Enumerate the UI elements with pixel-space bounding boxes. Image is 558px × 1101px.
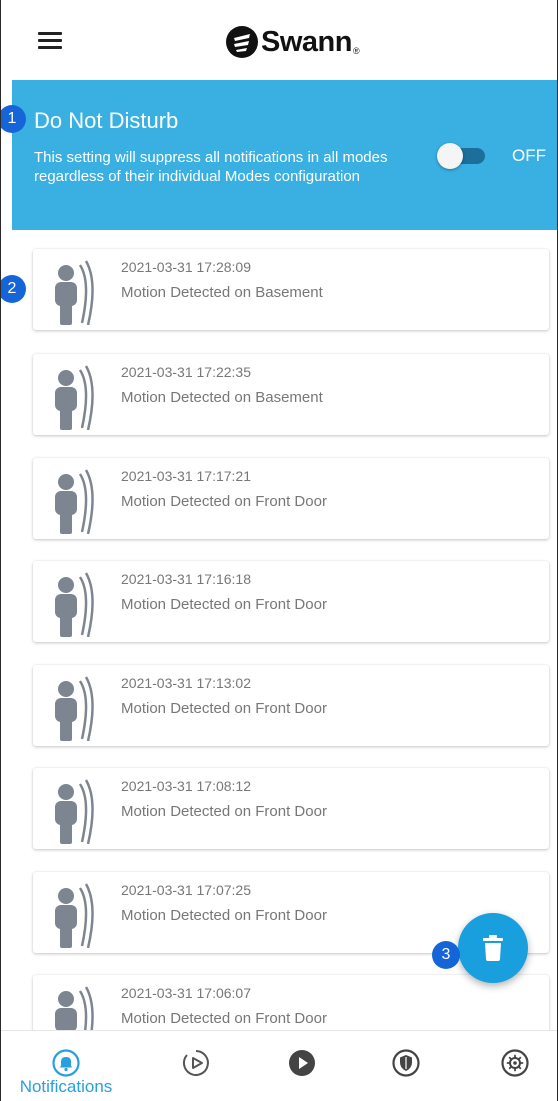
settings-gear-icon: [501, 1049, 529, 1077]
live-play-icon: [289, 1050, 315, 1076]
top-bar: Swann ®: [1, 0, 557, 80]
dnd-toggle[interactable]: [437, 143, 487, 169]
notification-timestamp: 2021-03-31 17:06:07: [121, 985, 251, 1001]
nav-playback[interactable]: [176, 1043, 216, 1083]
brand-name: Swann: [261, 25, 352, 58]
callout-badge-3: 3: [432, 941, 460, 969]
trash-icon: [483, 935, 503, 961]
notification-message: Motion Detected on Basement: [121, 284, 323, 301]
motion-person-icon: [55, 986, 94, 1030]
notification-message: Motion Detected on Front Door: [121, 493, 327, 510]
brand-logo: Swann ®: [225, 22, 360, 62]
nav-live[interactable]: [282, 1043, 322, 1083]
registered-mark: ®: [352, 46, 360, 56]
dnd-toggle-state: OFF: [512, 146, 546, 165]
notification-message: Motion Detected on Basement: [121, 389, 323, 406]
notification-timestamp: 2021-03-31 17:16:18: [121, 571, 251, 587]
notification-message: Motion Detected on Front Door: [121, 907, 327, 924]
notification-timestamp: 2021-03-31 17:13:02: [121, 675, 251, 691]
nav-settings[interactable]: [495, 1043, 535, 1083]
motion-person-icon: [55, 676, 94, 741]
notification-message: Motion Detected on Front Door: [121, 1010, 327, 1027]
motion-person-icon: [55, 883, 94, 948]
notification-timestamp: 2021-03-31 17:28:09: [121, 259, 251, 275]
motion-person-icon: [55, 779, 94, 844]
dnd-title: Do Not Disturb: [34, 108, 179, 133]
swann-logo-icon: [226, 26, 258, 58]
hamburger-menu-icon[interactable]: [38, 32, 62, 50]
motion-person-icon: [55, 365, 94, 430]
notification-message: Motion Detected on Front Door: [121, 803, 327, 820]
notification-card[interactable]: 2021-03-31 17:08:12 Motion Detected on F…: [33, 768, 549, 849]
notification-card[interactable]: 2021-03-31 17:22:35 Motion Detected on B…: [33, 354, 549, 435]
toggle-thumb: [437, 143, 463, 169]
notification-list[interactable]: 2021-03-31 17:28:09 Motion Detected on B…: [1, 230, 557, 1030]
notification-timestamp: 2021-03-31 17:17:21: [121, 468, 251, 484]
notification-message: Motion Detected on Front Door: [121, 700, 327, 717]
notification-timestamp: 2021-03-31 17:22:35: [121, 364, 251, 380]
do-not-disturb-panel: Do Not Disturb This setting will suppres…: [12, 80, 557, 230]
playback-icon: [182, 1050, 209, 1076]
notification-timestamp: 2021-03-31 17:07:25: [121, 882, 251, 898]
bell-icon: [52, 1049, 80, 1077]
notification-timestamp: 2021-03-31 17:08:12: [121, 778, 251, 794]
dnd-description: This setting will suppress all notificat…: [34, 149, 388, 185]
notification-card[interactable]: 2021-03-31 17:13:02 Motion Detected on F…: [33, 665, 549, 746]
motion-person-icon: [55, 469, 94, 534]
motion-person-icon: [55, 260, 94, 325]
delete-all-button[interactable]: [458, 913, 528, 983]
notification-card[interactable]: 2021-03-31 17:17:21 Motion Detected on F…: [33, 458, 549, 539]
motion-person-icon: [55, 572, 94, 637]
notification-card[interactable]: 2021-03-31 17:06:07 Motion Detected on F…: [33, 975, 549, 1030]
app-screen: Swann ® Do Not Disturb This setting will…: [0, 0, 558, 1101]
notification-card[interactable]: 2021-03-31 17:28:09 Motion Detected on B…: [33, 249, 549, 330]
notification-card[interactable]: 2021-03-31 17:16:18 Motion Detected on F…: [33, 561, 549, 642]
nav-notifications-label[interactable]: Notifications: [1, 1077, 131, 1097]
notification-message: Motion Detected on Front Door: [121, 596, 327, 613]
nav-modes[interactable]: [386, 1043, 426, 1083]
shield-icon: [392, 1049, 420, 1077]
bottom-navigation: Notifications: [1, 1030, 557, 1101]
